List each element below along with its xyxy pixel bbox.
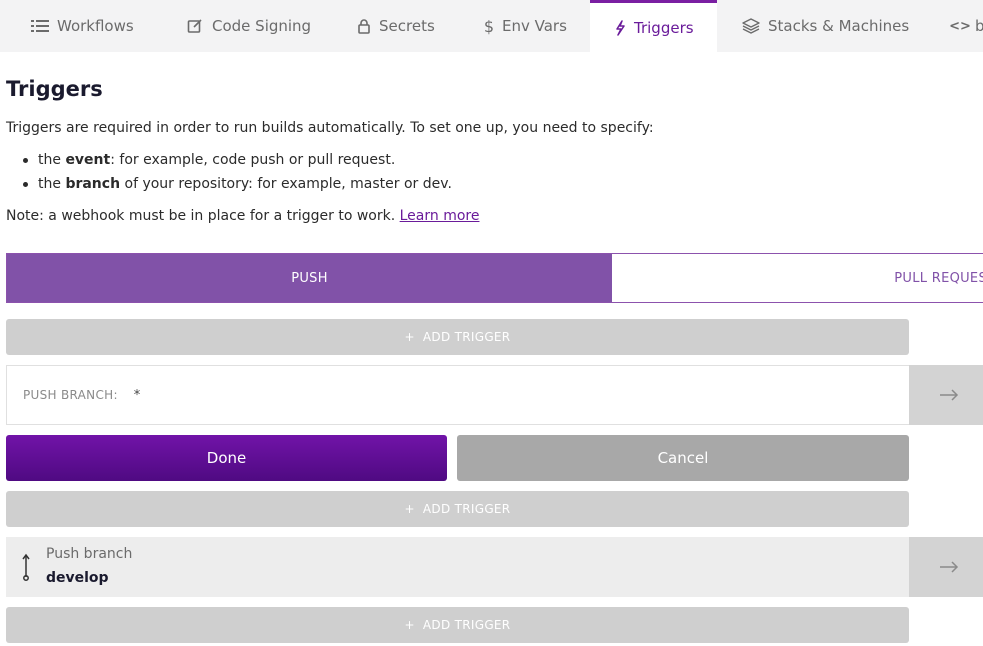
tab-label: Code Signing xyxy=(212,17,312,35)
push-segment[interactable]: PUSH xyxy=(7,254,612,302)
layers-icon xyxy=(742,17,760,35)
arrow-right-icon xyxy=(940,561,959,573)
tab-workflows[interactable]: Workflows xyxy=(31,0,134,52)
webhook-note: Note: a webhook must be in place for a t… xyxy=(6,208,480,224)
add-trigger-button[interactable]: + ADD TRIGGER xyxy=(6,607,909,643)
tab-bar: Workflows Code Signing Secrets $ Env Var… xyxy=(0,0,983,52)
plus-icon: + xyxy=(404,618,415,632)
trigger-item-push-develop[interactable]: Push branch develop xyxy=(6,537,910,597)
tab-label: Stacks & Machines xyxy=(768,17,910,35)
intro-text: Triggers are required in order to run bu… xyxy=(6,120,654,136)
tab-label: Triggers xyxy=(634,18,694,37)
plus-icon: + xyxy=(404,502,415,516)
done-button[interactable]: Done xyxy=(6,435,447,481)
trigger-type-label: Push branch xyxy=(46,546,133,562)
learn-more-link[interactable]: Learn more xyxy=(400,208,480,224)
tab-label: Secrets xyxy=(379,17,435,35)
tab-triggers[interactable]: Triggers xyxy=(590,0,717,52)
pull-request-segment[interactable]: PULL REQUES xyxy=(612,254,983,302)
push-branch-editor: PUSH BRANCH: xyxy=(6,365,910,425)
tab-build[interactable]: <> b xyxy=(949,0,983,52)
lock-icon xyxy=(357,17,371,35)
editor-arrow-button[interactable] xyxy=(909,365,983,425)
lightning-icon xyxy=(614,19,626,37)
list-item: the branch of your repository: for examp… xyxy=(20,174,452,198)
trigger-branch-value: develop xyxy=(46,570,109,586)
edit-icon xyxy=(186,17,204,35)
page-title: Triggers xyxy=(6,77,103,101)
push-arrow-icon xyxy=(22,553,30,581)
tab-stacks-machines[interactable]: Stacks & Machines xyxy=(742,0,909,52)
dollar-icon: $ xyxy=(483,16,495,36)
requirements-list: the event: for example, code push or pul… xyxy=(20,150,452,198)
tab-label: Env Vars xyxy=(502,17,567,35)
push-branch-label: PUSH BRANCH: xyxy=(23,388,118,402)
trigger-arrow-button[interactable] xyxy=(909,537,983,597)
tab-secrets[interactable]: Secrets xyxy=(357,0,435,52)
tab-env-vars[interactable]: $ Env Vars xyxy=(482,0,567,52)
list-icon xyxy=(31,17,49,35)
add-trigger-button[interactable]: + ADD TRIGGER xyxy=(6,319,909,355)
code-icon: <> xyxy=(949,18,971,34)
add-trigger-button[interactable]: + ADD TRIGGER xyxy=(6,491,909,527)
push-branch-input[interactable] xyxy=(131,386,832,404)
arrow-right-icon xyxy=(940,389,959,401)
tab-label: b xyxy=(975,17,983,35)
tab-code-signing[interactable]: Code Signing xyxy=(186,0,311,52)
list-item: the event: for example, code push or pul… xyxy=(20,150,452,174)
plus-icon: + xyxy=(404,330,415,344)
cancel-button[interactable]: Cancel xyxy=(457,435,909,481)
tab-label: Workflows xyxy=(57,17,134,35)
trigger-type-switch: PUSH PULL REQUES xyxy=(6,253,983,303)
